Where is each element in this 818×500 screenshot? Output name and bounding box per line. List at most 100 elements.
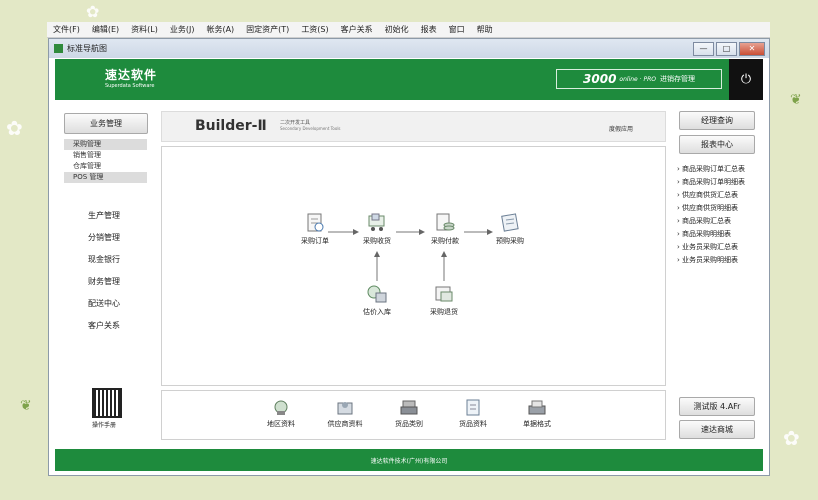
flow-node-receive[interactable]: 采购收货 [347,213,407,246]
menu-file[interactable]: 文件(F) [53,24,80,35]
menu-payroll[interactable]: 工资(S) [301,24,328,35]
flow-label: 采购退货 [430,308,458,316]
return-goods-icon [433,284,455,304]
appraisal-stock-icon [366,284,388,304]
mall-button[interactable]: 速达商城 [679,420,755,439]
edition-name: 进销存管理 [659,75,695,83]
menu-init[interactable]: 初始化 [385,24,409,35]
report-link[interactable]: › 商品采购订单明细表 [677,177,745,187]
flower-decoration-icon: ✿ [783,426,800,450]
bottom-label: 供应商资料 [327,420,363,428]
sidebar-item-purchase[interactable]: 采购管理 [64,139,147,150]
report-link[interactable]: › 商品采购订单汇总表 [677,164,745,174]
edition-badge: 3000 online · PRO 进销存管理 [556,69,722,89]
product-banner: Builder-Ⅱ 二次开发工具 Secondary Development T… [161,111,666,142]
banner-product: Builder-Ⅱ [195,118,267,134]
goods-doc-icon [464,399,482,416]
document-format-icon [528,399,546,416]
menu-help[interactable]: 帮助 [477,24,493,35]
flow-label: 采购订单 [301,237,329,245]
flower-decoration-icon: ✿ [6,116,23,140]
menu-window[interactable]: 窗口 [449,24,465,35]
report-link[interactable]: › 商品采购明细表 [677,229,731,239]
prepurchase-icon [499,213,521,233]
receive-cart-icon [366,213,388,233]
report-link[interactable]: › 商品采购汇总表 [677,216,731,226]
bottom-item-supplier[interactable]: 供应商资料 [315,399,375,429]
menu-edit[interactable]: 编辑(E) [92,24,119,35]
menu-accounts[interactable]: 帐务(A) [206,24,234,35]
flow-label: 预购采购 [496,237,524,245]
module-delivery[interactable]: 配送中心 [88,298,120,309]
qr-code-icon[interactable] [92,388,122,418]
window-titlebar: 标准导航图 — □ ✕ [49,39,769,58]
flow-node-payment[interactable]: 采购付款 [415,213,475,246]
report-link[interactable]: › 供应商供货明细表 [677,203,738,213]
logo-subtext: Superdata Software [105,83,155,89]
submodule-list: 采购管理 销售管理 仓库管理 POS 管理 [64,139,147,189]
maximize-button[interactable]: □ [716,42,737,56]
close-button[interactable]: ✕ [739,42,765,56]
app-header: 速达软件 Superdata Software 3000 online · PR… [55,59,763,100]
menu-business[interactable]: 业务(J) [170,24,195,35]
category-printer-icon [400,399,418,416]
bottom-item-region[interactable]: 地区资料 [251,399,311,429]
bottom-label: 单据格式 [523,420,551,428]
edition-number: 3000 [583,72,617,86]
company-logo: 速达软件 Superdata Software [105,66,157,89]
region-globe-icon [272,399,290,416]
flow-node-return[interactable]: 采购退货 [414,284,474,317]
bottom-item-category[interactable]: 货品类别 [379,399,439,429]
payment-icon [434,213,456,233]
module-distribution[interactable]: 分销管理 [88,232,120,243]
sidebar-item-pos[interactable]: POS 管理 [64,172,147,183]
report-center-button[interactable]: 报表中心 [679,135,755,154]
flow-label: 采购付款 [431,237,459,245]
supplier-icon [336,399,354,416]
flow-node-prepurchase[interactable]: 预购采购 [480,213,540,246]
flow-label: 估价入库 [363,308,391,316]
manual-label[interactable]: 操作手册 [92,420,116,429]
report-link[interactable]: › 供应商供货汇总表 [677,190,738,200]
report-link[interactable]: › 业务员采购明细表 [677,255,738,265]
module-finance[interactable]: 财务管理 [88,276,120,287]
flow-arrows [328,229,493,281]
module-crm[interactable]: 客户关系 [88,320,120,331]
menu-reports[interactable]: 报表 [421,24,437,35]
logo-text: 速达软件 [105,68,158,82]
bottom-label: 货品资料 [459,420,487,428]
flower-decoration-icon: ✿ [86,2,100,21]
leaf-decoration-icon: ❦ [20,398,32,414]
menu-crm[interactable]: 客户关系 [341,24,373,35]
minimize-button[interactable]: — [693,42,714,56]
flow-node-order[interactable]: 采购订单 [285,213,345,246]
leaf-decoration-icon: ❦ [790,92,802,108]
basic-data-panel: 地区资料 供应商资料 货品类别 货品资料 单据格式 [161,390,666,440]
menu-bar: 文件(F) 编辑(E) 资料(L) 业务(J) 帐务(A) 固定资产(T) 工资… [47,22,770,38]
order-icon [304,213,326,233]
edition-tag: online · PRO [619,75,656,83]
footer-company: 速达软件技术(广州)有限公司 [55,449,763,471]
banner-subtitle-en: Secondary Development Tools [280,126,341,131]
module-cash-bank[interactable]: 现金银行 [88,254,120,265]
menu-fixed-assets[interactable]: 固定资产(T) [246,24,289,35]
bottom-label: 地区资料 [267,420,295,428]
bottom-item-goods[interactable]: 货品资料 [443,399,503,429]
bottom-item-document-format[interactable]: 单据格式 [507,399,567,429]
report-link[interactable]: › 业务员采购汇总表 [677,242,738,252]
flow-label: 采购收货 [363,237,391,245]
navigation-window: 标准导航图 — □ ✕ 速达软件 Superdata Software 3000… [48,38,770,476]
manager-query-button[interactable]: 经理查询 [679,111,755,130]
banner-right-text[interactable]: 度假应用 [609,124,633,133]
version-button[interactable]: 测试版 4.AFr [679,397,755,416]
flow-node-appraisal[interactable]: 估价入库 [347,284,407,317]
module-production[interactable]: 生产管理 [88,210,120,221]
menu-data[interactable]: 资料(L) [131,24,158,35]
business-management-button[interactable]: 业务管理 [64,113,148,134]
power-icon[interactable]: ⏻ [729,59,763,100]
bottom-label: 货品类别 [395,420,423,428]
banner-subtitle: 二次开发工具 [280,120,311,126]
app-icon [54,44,63,53]
sidebar-item-sales[interactable]: 销售管理 [64,150,147,161]
sidebar-item-warehouse[interactable]: 仓库管理 [64,161,147,172]
